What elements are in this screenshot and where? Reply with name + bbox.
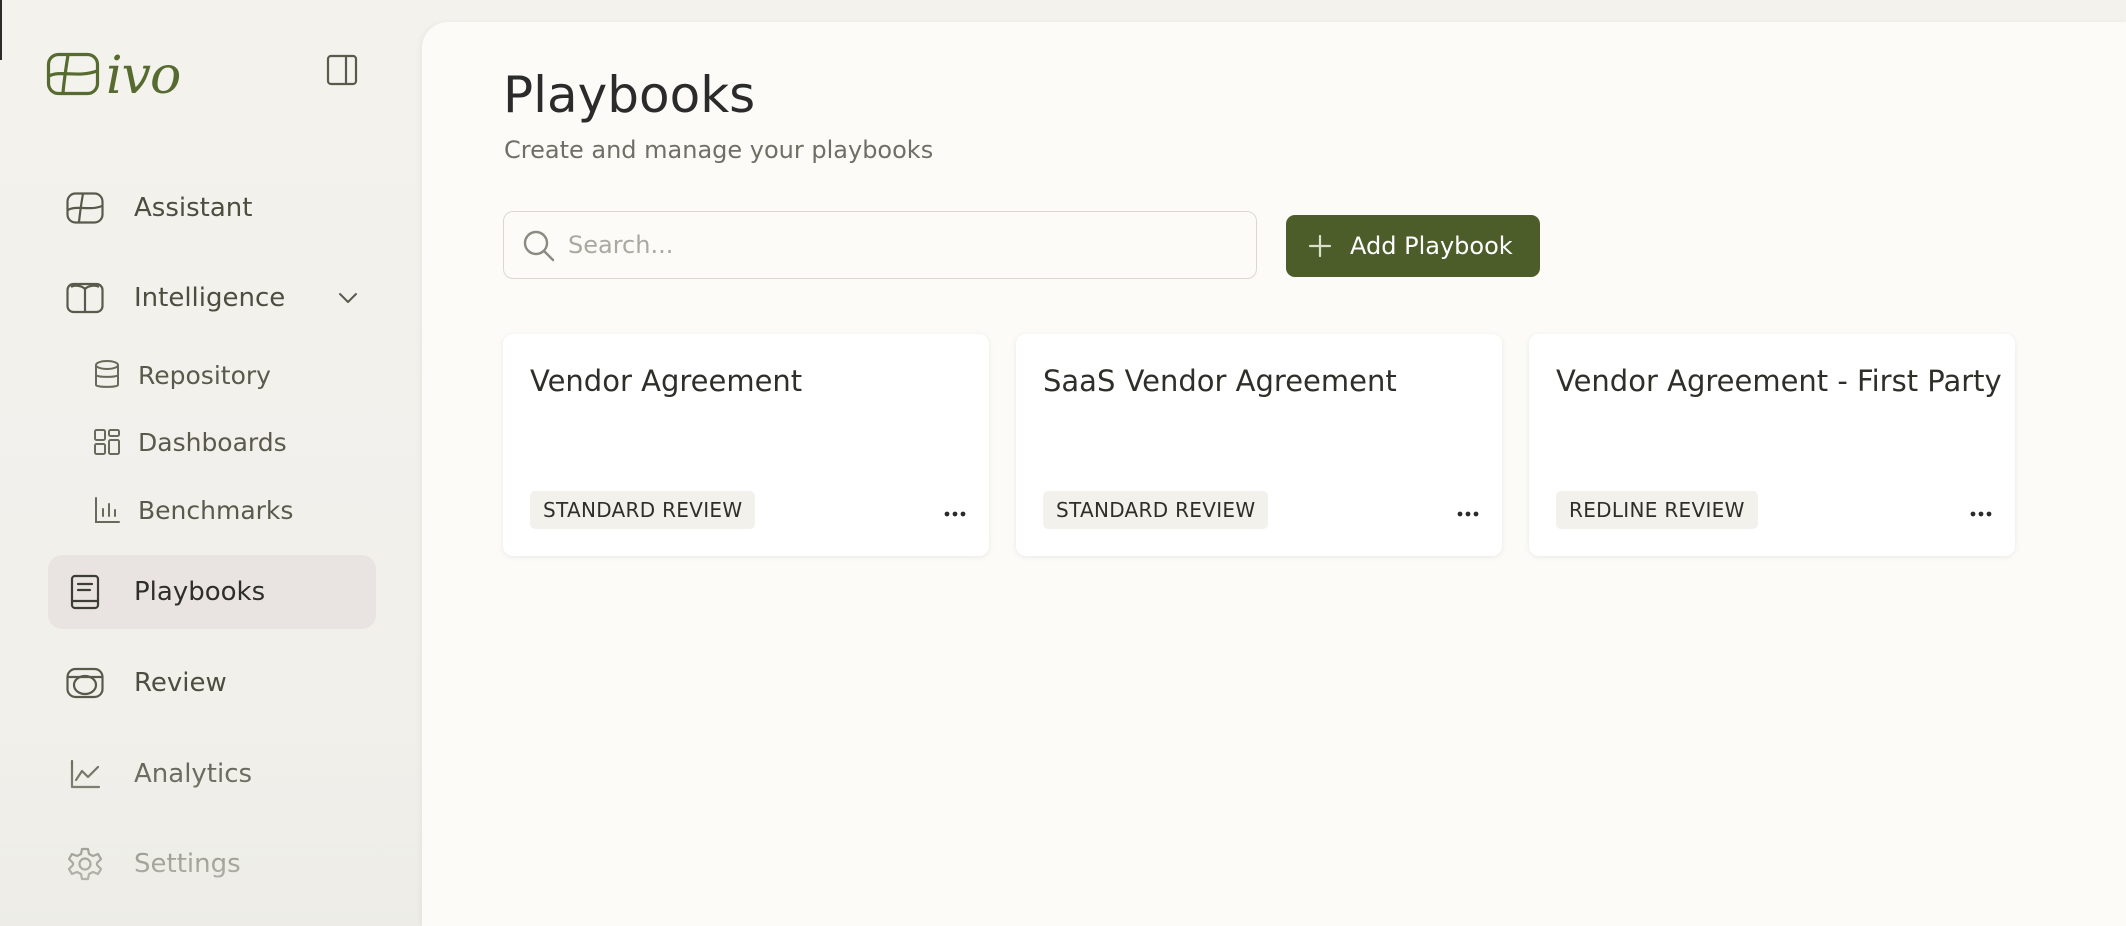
- logo-wordmark: ivo: [106, 46, 181, 106]
- dashboard-grid-icon: [90, 425, 124, 459]
- plus-icon: [1308, 234, 1332, 258]
- review-type-badge: STANDARD REVIEW: [530, 491, 756, 529]
- notebook-icon: [66, 573, 104, 611]
- chevron-down-icon[interactable]: [334, 284, 362, 312]
- database-icon: [90, 358, 124, 392]
- add-playbook-label: Add Playbook: [1350, 232, 1513, 260]
- sidebar-item-label: Intelligence: [134, 283, 286, 313]
- review-type-badge: REDLINE REVIEW: [1556, 491, 1758, 529]
- playbook-card-title: Vendor Agreement: [530, 364, 803, 398]
- sidebar-item-label: Benchmarks: [138, 495, 294, 525]
- playbook-card[interactable]: SaaS Vendor Agreement STANDARD REVIEW: [1016, 334, 1502, 556]
- sidebar-item-analytics[interactable]: Analytics: [48, 737, 376, 811]
- sidebar-item-label: Repository: [138, 360, 271, 390]
- sidebar-item-intelligence[interactable]: Intelligence: [48, 261, 376, 335]
- page-subtitle: Create and manage your playbooks: [504, 136, 934, 164]
- app-window: ivo Assistant Intelligence Repository Da…: [0, 0, 2126, 926]
- playbook-card[interactable]: Vendor Agreement - First Party REDLINE R…: [1529, 334, 2015, 556]
- main-content: Playbooks Create and manage your playboo…: [422, 22, 2126, 926]
- panel-toggle-button[interactable]: [322, 52, 362, 92]
- more-options-icon[interactable]: [939, 502, 971, 526]
- sidebar-item-settings[interactable]: Settings: [48, 827, 376, 901]
- sidebar-item-label: Analytics: [134, 759, 253, 789]
- panel-toggle-icon: [326, 54, 358, 90]
- sidebar-item-label: Dashboards: [138, 427, 287, 457]
- gear-icon: [66, 845, 104, 883]
- review-type-badge: STANDARD REVIEW: [1043, 491, 1269, 529]
- sidebar-item-benchmarks[interactable]: Benchmarks: [90, 485, 370, 535]
- add-playbook-button[interactable]: Add Playbook: [1286, 215, 1540, 277]
- search-box[interactable]: [503, 211, 1257, 279]
- playbook-card-title: Vendor Agreement - First Party: [1556, 364, 2002, 398]
- assistant-icon: [66, 189, 104, 227]
- line-chart-icon: [66, 755, 104, 793]
- sidebar-item-label: Playbooks: [134, 577, 266, 607]
- playbook-card-title: SaaS Vendor Agreement: [1043, 364, 1397, 398]
- more-options-icon[interactable]: [1965, 502, 1997, 526]
- bar-chart-icon: [90, 493, 124, 527]
- search-icon: [522, 229, 556, 263]
- sidebar-item-label: Review: [134, 668, 227, 698]
- sidebar-item-label: Assistant: [134, 193, 253, 223]
- sidebar-item-assistant[interactable]: Assistant: [48, 171, 376, 245]
- sidebar-item-dashboards[interactable]: Dashboards: [90, 417, 370, 467]
- ivo-logo-icon: [46, 52, 100, 100]
- review-icon: [66, 664, 104, 702]
- more-options-icon[interactable]: [1452, 502, 1484, 526]
- sidebar-item-review[interactable]: Review: [48, 646, 376, 720]
- sidebar: ivo Assistant Intelligence Repository Da…: [0, 0, 422, 926]
- sidebar-item-label: Settings: [134, 849, 241, 879]
- playbook-card[interactable]: Vendor Agreement STANDARD REVIEW: [503, 334, 989, 556]
- logo[interactable]: ivo: [46, 46, 181, 106]
- search-input[interactable]: [566, 212, 1230, 278]
- sidebar-item-playbooks[interactable]: Playbooks: [48, 555, 376, 629]
- book-open-icon: [66, 279, 104, 317]
- sidebar-item-repository[interactable]: Repository: [90, 350, 370, 400]
- page-title: Playbooks: [503, 66, 756, 124]
